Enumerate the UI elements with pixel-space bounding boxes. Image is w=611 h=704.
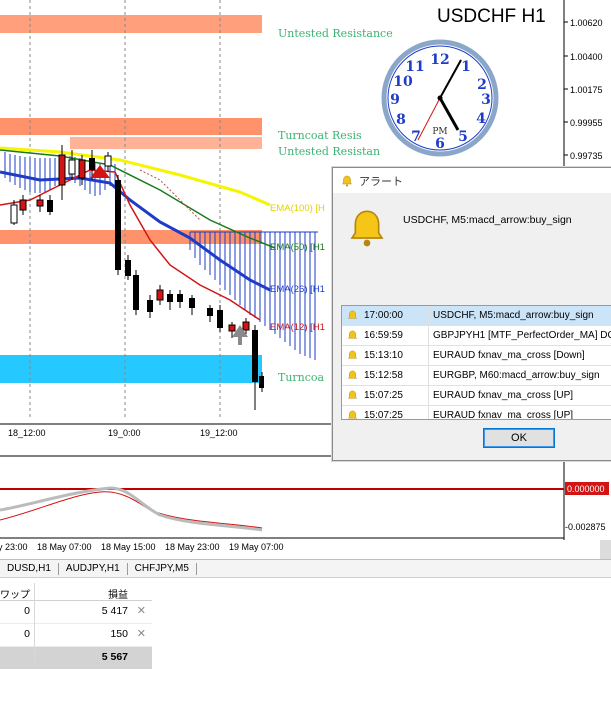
alert-text: EURAUD fxnav_ma_cross [UP] [433, 390, 574, 401]
table-row[interactable]: 0 5 417 ✕ [0, 601, 152, 624]
price-label: 1.00400 [570, 52, 603, 62]
alert-text: EURGBP, M60:macd_arrow:buy_sign [433, 370, 600, 381]
time-label: 19 May 07:00 [229, 542, 284, 552]
profit-value: 5 417 [101, 605, 128, 617]
alert-text: GBPJPYH1 [MTF_PerfectOrder_MA] DO [433, 330, 611, 341]
price-label: 0.99735 [570, 151, 603, 161]
alert-text: USDCHF, M5:macd_arrow:buy_sign [433, 310, 594, 321]
ema12-label: EMA(12) [H1 [270, 322, 325, 333]
svg-text:5: 5 [458, 129, 468, 145]
list-item[interactable]: 15:07:25 EURAUD fxnav_ma_cross [UP] [342, 406, 611, 420]
list-item[interactable]: 16:59:59 GBPJPYH1 [MTF_PerfectOrder_MA] … [342, 326, 611, 346]
list-item[interactable]: 17:00:00 USDCHF, M5:macd_arrow:buy_sign [342, 306, 611, 326]
alert-time: 15:07:25 [362, 406, 429, 419]
close-icon[interactable]: ✕ [137, 627, 146, 640]
alert-message: USDCHF, M5:macd_arrow:buy_sign [403, 214, 572, 226]
alert-dialog: アラート USDCHF, M5:macd_arrow:buy_sign 17:0… [332, 167, 611, 461]
turncoat-zone [0, 118, 262, 135]
bell-icon [347, 370, 357, 379]
alert-time: 15:13:10 [362, 346, 429, 365]
bell-icon [347, 410, 357, 419]
alert-history-list[interactable]: 17:00:00 USDCHF, M5:macd_arrow:buy_sign … [341, 305, 611, 420]
clock-pm-label: PM [432, 127, 447, 137]
bell-icon [347, 390, 357, 399]
price-label: 0.99955 [570, 118, 603, 128]
column-header-swap: ワップ [0, 590, 30, 601]
alert-time: 15:07:25 [362, 386, 429, 405]
ema26-label: EMA(26) [H1 [270, 284, 325, 295]
time-label: 19_0:00 [108, 428, 141, 438]
symbol-title: USDCHF H1 [437, 6, 546, 27]
price-label: 1.00620 [570, 18, 603, 28]
ema100-label: EMA(100) [H [270, 203, 325, 214]
time-label: 18_12:00 [8, 428, 46, 438]
swap-value: 0 [24, 628, 30, 640]
svg-text:10: 10 [393, 74, 413, 90]
alert-time: 16:59:59 [362, 326, 429, 345]
indicator-value: 0.000000 [567, 484, 605, 494]
ok-button[interactable]: OK [483, 428, 555, 448]
zone-label-turncoat: Turncoat Resis [278, 129, 362, 142]
zone-label-untested-2: Untested Resistan [278, 145, 380, 158]
alert-text: EURAUD fxnav_ma_cross [UP] [433, 410, 574, 420]
alert-time: 15:12:58 [362, 366, 429, 385]
svg-text:9: 9 [390, 92, 400, 108]
indicator-value: -0.002875 [565, 522, 606, 532]
support-zone [0, 355, 262, 383]
bell-icon [350, 210, 384, 247]
svg-text:6: 6 [435, 136, 445, 152]
clock-icon: 12 123 4567 891011 PM [381, 39, 499, 157]
macd-signal-line [0, 491, 263, 529]
tab-chfjpy-m5[interactable]: CHFJPY,M5 [128, 562, 197, 575]
table-row[interactable]: 0 150 ✕ [0, 624, 152, 647]
profit-value: 150 [110, 628, 128, 640]
zone-label-untested: Untested Resistance [278, 27, 393, 40]
time-label: y 23:00 [0, 542, 28, 552]
table-header: ワップ 損益 [0, 583, 152, 601]
trade-table: ワップ 損益 0 5 417 ✕ 0 150 ✕ 5 567 [0, 583, 152, 669]
list-item[interactable]: 15:07:25 EURAUD fxnav_ma_cross [UP] [342, 386, 611, 406]
column-divider [34, 583, 35, 663]
svg-text:11: 11 [405, 59, 424, 75]
time-label: 18 May 23:00 [165, 542, 220, 552]
close-icon[interactable]: ✕ [137, 604, 146, 617]
ema50-label: EMA(50) [H1 [270, 242, 325, 253]
bell-icon [347, 310, 357, 319]
alert-titlebar[interactable]: アラート [333, 168, 611, 193]
alert-text: EURAUD fxnav_ma_cross [Down] [433, 350, 585, 361]
time-label: 18 May 07:00 [37, 542, 92, 552]
time-label: 19_12:00 [200, 428, 238, 438]
svg-text:8: 8 [396, 112, 406, 128]
bell-icon [342, 175, 352, 186]
list-item[interactable]: 15:12:58 EURGBP, M60:macd_arrow:buy_sign [342, 366, 611, 386]
list-item[interactable]: 15:13:10 EURAUD fxnav_ma_cross [Down] [342, 346, 611, 366]
svg-text:2: 2 [477, 77, 487, 93]
total-profit: 5 567 [101, 651, 128, 663]
alert-time: 17:00:00 [362, 306, 429, 325]
tab-dusd-h1[interactable]: DUSD,H1 [0, 562, 59, 575]
bell-icon [347, 330, 357, 339]
swap-value: 0 [24, 605, 30, 617]
price-label: 1.00175 [570, 85, 603, 95]
column-header-profit: 損益 [108, 590, 128, 601]
chart-tabs: DUSD,H1 AUDJPY,H1 CHFJPY,M5 [0, 559, 611, 578]
svg-text:3: 3 [481, 92, 491, 108]
time-label: 18 May 15:00 [101, 542, 156, 552]
alert-title: アラート [359, 175, 403, 188]
bell-icon [347, 350, 357, 359]
scroll-corner [600, 540, 611, 560]
tab-audjpy-h1[interactable]: AUDJPY,H1 [59, 562, 128, 575]
total-row: 5 567 [0, 647, 152, 669]
svg-text:12: 12 [430, 52, 449, 68]
svg-text:1: 1 [461, 59, 471, 75]
untested-zone-2 [70, 137, 262, 149]
svg-text:4: 4 [476, 111, 486, 127]
resistance-zone [0, 15, 262, 33]
zone-label-turncoat-low: Turncoa [278, 371, 325, 384]
